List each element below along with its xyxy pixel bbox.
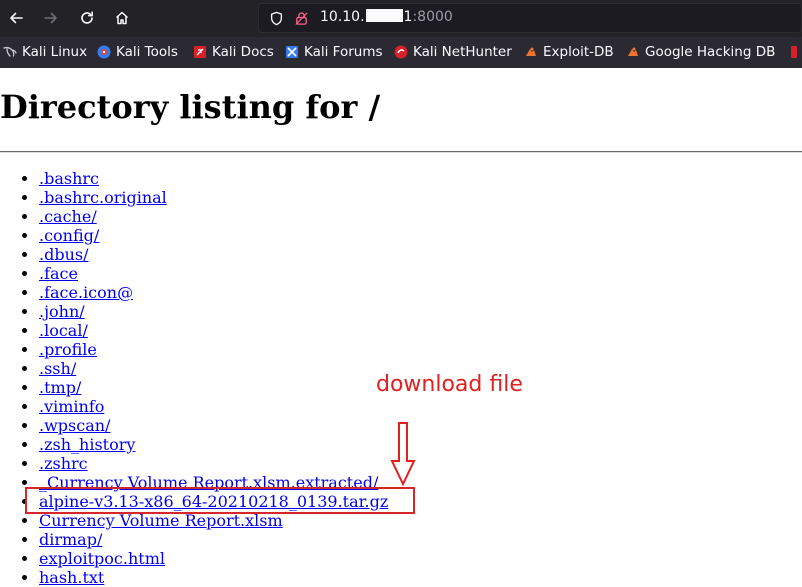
list-item: .config/ <box>39 226 388 245</box>
exploit-db-icon <box>523 44 539 60</box>
bookmark-partial-icon <box>787 44 802 60</box>
forward-arrow-icon[interactable] <box>40 7 62 29</box>
file-link[interactable]: .zshrc <box>39 454 88 473</box>
horizontal-rule <box>0 151 802 153</box>
list-item: .tmp/ <box>39 378 388 397</box>
file-link[interactable]: .viminfo <box>39 397 104 416</box>
kali-dragon-icon <box>2 44 18 60</box>
list-item: .bashrc.original <box>39 188 388 207</box>
file-link[interactable]: .profile <box>39 340 97 359</box>
kali-docs-icon <box>192 44 208 60</box>
list-item: .face.icon@ <box>39 283 388 302</box>
bookmarks-bar: Kali Linux Kali Tools Kali Docs Kali For… <box>0 37 802 68</box>
folder-link[interactable]: .ssh/ <box>39 359 76 378</box>
bookmark-google-hacking-db[interactable]: Google Hacking DB <box>625 43 775 61</box>
browser-toolbar: 10.10. 1:8000 <box>0 0 802 37</box>
file-link[interactable]: .bashrc.original <box>39 188 167 207</box>
list-item: .zshrc <box>39 454 388 473</box>
folder-link[interactable]: .wpscan/ <box>39 416 110 435</box>
list-item: .dbus/ <box>39 245 388 264</box>
file-link[interactable]: hash.txt <box>39 568 104 587</box>
bookmark-kali-linux[interactable]: Kali Linux <box>2 43 87 61</box>
folder-link[interactable]: .tmp/ <box>39 378 81 397</box>
file-link[interactable]: .bashrc <box>39 169 99 188</box>
list-item: .john/ <box>39 302 388 321</box>
bookmark-kali-docs[interactable]: Kali Docs <box>192 43 274 61</box>
bookmark-kali-nethunter[interactable]: Kali NetHunter <box>393 43 512 61</box>
annotation-highlight-box <box>25 487 415 514</box>
down-arrow-icon <box>390 422 416 487</box>
file-link[interactable]: .zsh_history <box>39 435 135 454</box>
folder-link[interactable]: .john/ <box>39 302 85 321</box>
folder-link[interactable]: dirmap/ <box>39 530 102 549</box>
lock-icon[interactable] <box>294 11 309 30</box>
list-item: dirmap/ <box>39 530 388 549</box>
directory-listing: .bashrc .bashrc.original .cache/ .config… <box>0 169 388 587</box>
shield-icon[interactable] <box>269 11 284 30</box>
list-item: hash.txt <box>39 568 388 587</box>
bookmark-kali-tools[interactable]: Kali Tools <box>96 43 178 61</box>
url-text[interactable]: 10.10. 1:8000 <box>320 9 453 25</box>
folder-link[interactable]: .dbus/ <box>39 245 88 264</box>
list-item: .local/ <box>39 321 388 340</box>
folder-link[interactable]: .local/ <box>39 321 88 340</box>
kali-tools-icon <box>96 44 112 60</box>
list-item: .face <box>39 264 388 283</box>
bookmark-exploit-db[interactable]: Exploit-DB <box>523 43 614 61</box>
page-title: Directory listing for / <box>0 88 381 126</box>
back-arrow-icon[interactable] <box>5 7 27 29</box>
list-item: .bashrc <box>39 169 388 188</box>
folder-link[interactable]: .config/ <box>39 226 99 245</box>
home-icon[interactable] <box>111 7 133 29</box>
file-link[interactable]: .face <box>39 264 78 283</box>
bookmark-kali-forums[interactable]: Kali Forums <box>284 43 383 61</box>
list-item: .zsh_history <box>39 435 388 454</box>
list-item: .cache/ <box>39 207 388 226</box>
bookmark-overflow[interactable] <box>787 43 802 61</box>
list-item: exploitpoc.html <box>39 549 388 568</box>
list-item: .viminfo <box>39 397 388 416</box>
reload-icon[interactable] <box>76 7 98 29</box>
kali-forums-icon <box>284 44 300 60</box>
annotation-label: download file <box>376 372 523 397</box>
folder-link[interactable]: .cache/ <box>39 207 97 226</box>
list-item: .wpscan/ <box>39 416 388 435</box>
url-bar[interactable]: 10.10. 1:8000 <box>258 3 802 33</box>
file-link[interactable]: .face.icon@ <box>39 283 133 302</box>
list-item: .profile <box>39 340 388 359</box>
list-item: .ssh/ <box>39 359 388 378</box>
file-link[interactable]: exploitpoc.html <box>39 549 165 568</box>
nethunter-icon <box>393 44 409 60</box>
ghdb-icon <box>625 44 641 60</box>
redacted-block <box>365 9 403 22</box>
